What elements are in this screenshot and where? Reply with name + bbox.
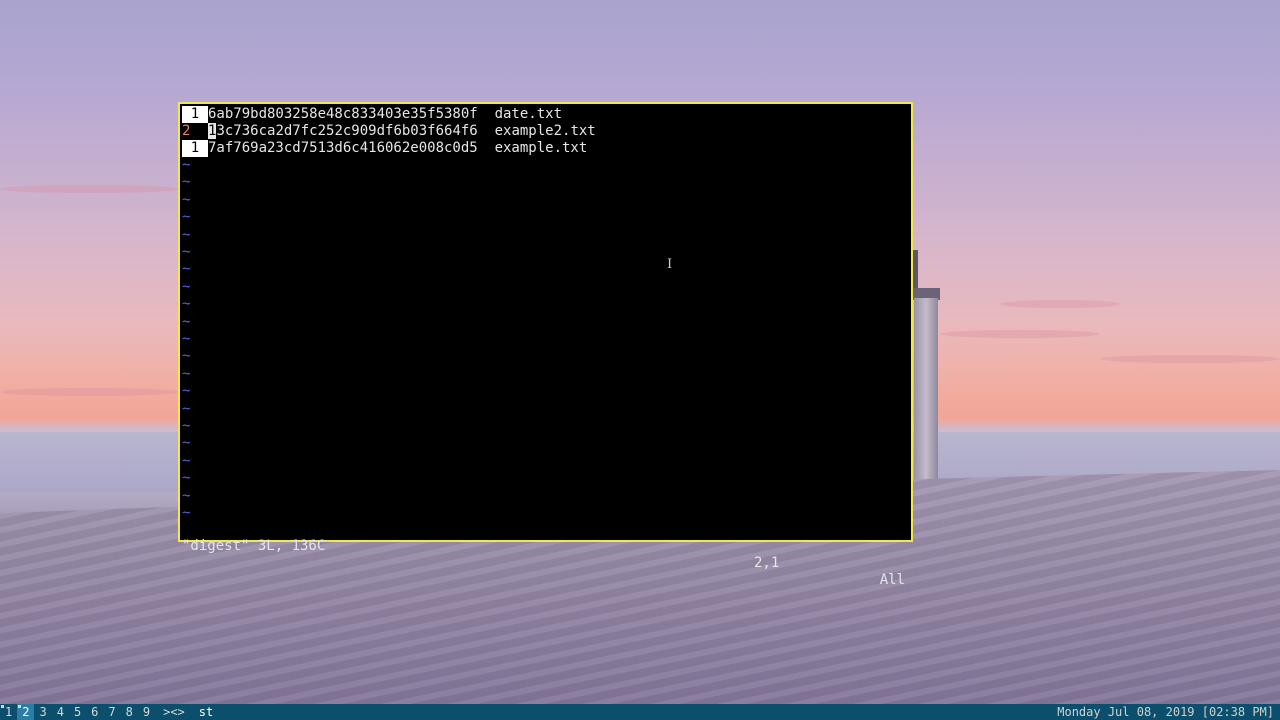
- tilde-marker: ~: [182, 278, 191, 295]
- vim-status-line: "digest" 3L, 136C 2,1 All: [182, 521, 905, 588]
- hash-text: 3c736ca2d7fc252c909df6b03f664f6: [216, 123, 478, 139]
- buffer-line-1[interactable]: 1 6ab79bd803258e48c833403e35f5380f date.t…: [182, 106, 562, 123]
- status-cursor-position: 2,1: [754, 555, 780, 571]
- wallpaper-cloud: [1100, 355, 1280, 363]
- window-title: st: [192, 704, 220, 720]
- clock-status: Monday Jul 08, 2019 [02:38 PM]: [1057, 705, 1274, 719]
- wallpaper-cloud: [940, 330, 1100, 338]
- terminal-window[interactable]: 1 6ab79bd803258e48c833403e35f5380f date.t…: [178, 102, 913, 588]
- tag-8[interactable]: 8: [121, 704, 138, 720]
- tilde-marker: ~: [182, 191, 191, 208]
- tag-9[interactable]: 9: [138, 704, 155, 720]
- tag-5[interactable]: 5: [69, 704, 86, 720]
- tag-2[interactable]: 2: [17, 704, 35, 720]
- hash-text: 7af769a23cd7513d6c416062e008c0d5: [208, 140, 478, 156]
- tilde-marker: ~: [182, 331, 191, 347]
- wallpaper-lighthouse: [912, 250, 942, 482]
- tilde-marker: ~: [182, 418, 191, 434]
- wallpaper-cloud: [0, 388, 180, 396]
- tag-list: 1 2 3 4 5 6 7 8 9 ><> st: [0, 704, 220, 720]
- tilde-marker: ~: [182, 174, 191, 191]
- tilde-marker: ~: [182, 505, 191, 521]
- wallpaper-cloud: [0, 185, 180, 193]
- status-bar: 1 2 3 4 5 6 7 8 9 ><> st Monday Jul 08, …: [0, 704, 1280, 720]
- tilde-marker: ~: [182, 365, 191, 382]
- filename-text: date.txt: [494, 106, 563, 122]
- tag-4[interactable]: 4: [52, 704, 69, 720]
- layout-symbol[interactable]: ><>: [155, 704, 193, 720]
- tag-6[interactable]: 6: [86, 704, 103, 720]
- wallpaper-cloud: [1000, 300, 1120, 308]
- tilde-marker: ~: [182, 244, 191, 260]
- status-file-info: "digest" 3L, 136C: [182, 538, 326, 554]
- buffer-line-2[interactable]: 2 13c736ca2d7fc252c909df6b03f664f6 exampl…: [182, 123, 596, 140]
- buffer-line-3[interactable]: 1 7af769a23cd7513d6c416062e008c0d5 exampl…: [182, 140, 587, 157]
- filename-text: example2.txt: [494, 123, 596, 139]
- tilde-marker: ~: [182, 487, 191, 504]
- line-number-current: 2: [182, 123, 191, 139]
- mouse-ibeam-cursor-icon: I: [667, 257, 673, 272]
- tilde-marker: ~: [182, 261, 191, 278]
- hash-text: 6ab79bd803258e48c833403e35f5380f: [208, 106, 478, 122]
- line-number: 1: [182, 140, 208, 157]
- tilde-marker: ~: [182, 383, 191, 400]
- tag-7[interactable]: 7: [103, 704, 120, 720]
- filename-text: example.txt: [494, 140, 588, 156]
- status-scroll-position: All: [879, 572, 905, 588]
- tag-1[interactable]: 1: [0, 704, 17, 720]
- tilde-marker: ~: [182, 470, 191, 487]
- tilde-marker: ~: [182, 400, 191, 417]
- tilde-marker: ~: [182, 452, 191, 469]
- tilde-marker: ~: [182, 435, 191, 452]
- tilde-marker: ~: [182, 157, 191, 173]
- tilde-marker: ~: [182, 209, 191, 226]
- tilde-marker: ~: [182, 296, 191, 313]
- line-number: 1: [182, 106, 208, 123]
- tilde-marker: ~: [182, 348, 191, 365]
- tilde-marker: ~: [182, 313, 191, 330]
- tilde-marker: ~: [182, 226, 191, 243]
- tag-3[interactable]: 3: [34, 704, 51, 720]
